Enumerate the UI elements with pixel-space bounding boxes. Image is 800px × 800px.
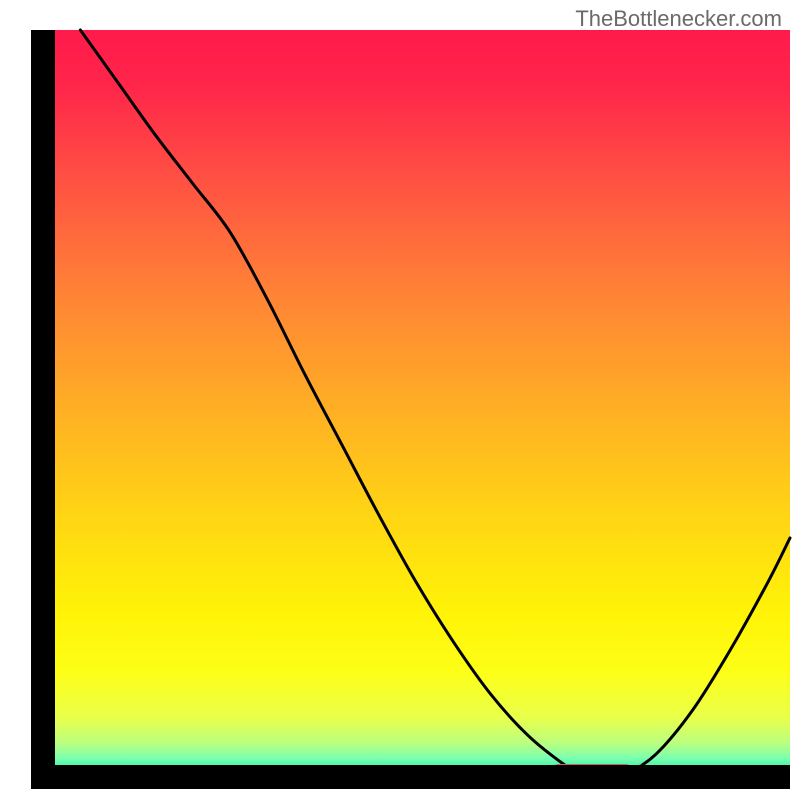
chart-container: TheBottlenecker.com xyxy=(0,0,800,800)
watermark-text: TheBottlenecker.com xyxy=(575,6,782,32)
chart-background xyxy=(43,30,790,777)
bottleneck-chart xyxy=(0,0,800,800)
